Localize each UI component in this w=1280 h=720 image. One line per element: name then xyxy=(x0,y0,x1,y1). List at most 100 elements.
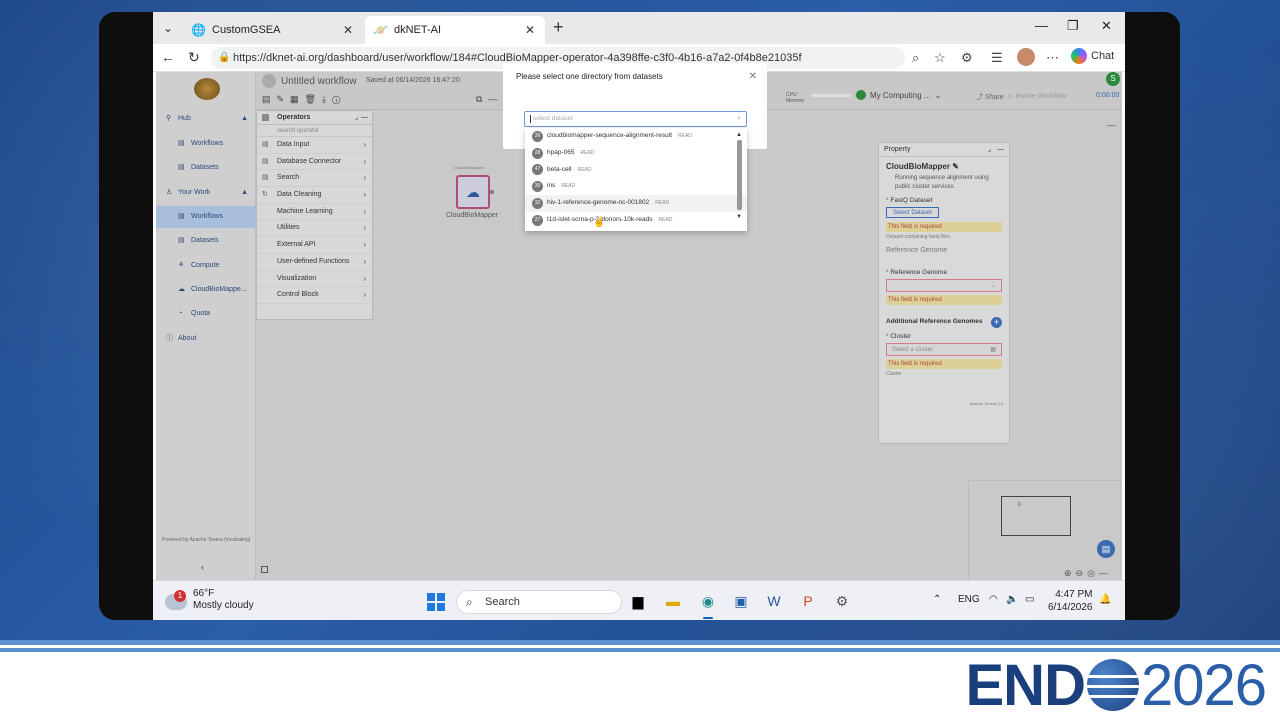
favorites-icon[interactable]: ☰ xyxy=(991,50,1003,66)
dataset-option[interactable]: 47 beta-cell READ xyxy=(525,162,747,179)
operator-name[interactable]: CloudBioMapper ✎ xyxy=(886,162,959,171)
collapse-panel-icon[interactable]: — xyxy=(1107,120,1116,130)
dropdown-scrollbar[interactable]: ▲ ▼ xyxy=(736,132,743,223)
chevron-down-icon: ⌄ xyxy=(990,283,996,289)
active-indicator xyxy=(703,617,713,619)
sidebar-label: Your Work xyxy=(178,189,211,196)
share-button[interactable]: ⤴ Share xyxy=(976,92,1004,102)
dataset-option[interactable]: 28 hpap-065 READ xyxy=(525,145,747,162)
sidebar-item-hub[interactable]: ⚲ Hub ▲ xyxy=(156,108,256,130)
close-icon[interactable]: ✕ xyxy=(749,71,757,82)
dock-icon[interactable]: ⌟ xyxy=(355,111,358,125)
add-genome-button[interactable]: + xyxy=(991,317,1002,328)
minimap[interactable]: 0 xyxy=(968,480,1122,580)
edit-icon[interactable]: ✎ xyxy=(952,162,959,171)
battery-icon[interactable]: ▭ xyxy=(1025,594,1034,605)
file-actions-icons[interactable]: ▤✎▦🗑⤓ⓘ xyxy=(262,94,346,105)
sidebar-item-your-work[interactable]: ♙ Your Work ▲ xyxy=(156,182,256,204)
word-icon[interactable]: W xyxy=(764,591,784,611)
sidebar-item-quota[interactable]: ◔ Quota xyxy=(156,303,256,325)
powered-by: Powered by Apache Texera (Incubating) xyxy=(162,537,251,543)
sidebar-item-workflows[interactable]: ▤ Workflows xyxy=(156,206,256,228)
dataset-option[interactable]: 32 hiv-1-reference-genome-nc-001802 READ xyxy=(525,195,747,212)
user-avatar[interactable]: S xyxy=(1106,72,1120,86)
cluster-select[interactable]: Select a cluster ▦ xyxy=(886,343,1002,356)
sidebar-label: Datasets xyxy=(191,237,219,244)
close-window-icon[interactable]: ✕ xyxy=(1101,18,1112,34)
volume-icon[interactable]: 🔈 xyxy=(1006,594,1018,605)
close-tab-icon[interactable]: ✕ xyxy=(343,23,353,37)
operator-category[interactable]: ▤ Search › xyxy=(257,170,372,188)
tab-customgsea[interactable]: 🌐 CustomGSEA ✕ xyxy=(183,16,363,44)
minimize-panel-icon[interactable]: — xyxy=(997,143,1004,157)
sidebar-item-hub-datasets[interactable]: ▤ Datasets xyxy=(156,157,256,179)
operator-category[interactable]: ▤ Database Connector › xyxy=(257,154,372,171)
dataset-option[interactable]: 30 ins READ xyxy=(525,178,747,195)
sidebar-item-cloudbiomapper[interactable]: ☁ CloudBioMappe... xyxy=(156,279,256,301)
store-icon[interactable]: ▣ xyxy=(731,591,751,611)
operator-category[interactable]: Control Block › xyxy=(257,287,372,304)
reference-genome-select[interactable]: ⌄ xyxy=(886,279,1002,292)
taskbar-search[interactable]: ⌕ Search xyxy=(456,590,622,614)
operator-category[interactable]: ↻ Data Cleaning › xyxy=(257,187,372,204)
zoom-icon[interactable]: ⌕ xyxy=(912,50,919,66)
tab-dropdown-icon[interactable]: ⌄ xyxy=(157,17,179,39)
computing-unit-select[interactable]: My Computing ... ⌄ xyxy=(856,90,941,100)
zoom-controls[interactable]: ⊕⊖◎— xyxy=(1064,568,1112,579)
back-icon[interactable]: ← xyxy=(161,49,175,65)
task-view-icon[interactable]: ▆ xyxy=(628,591,648,611)
operator-category[interactable]: Utilities › xyxy=(257,220,372,238)
profile-avatar[interactable] xyxy=(1017,48,1035,66)
edge-icon[interactable]: ◉ xyxy=(698,591,718,611)
sidebar-item-datasets[interactable]: ▤ Datasets xyxy=(156,230,256,252)
collapse-icon[interactable]: ‹ xyxy=(201,562,204,572)
restore-icon[interactable]: ❐ xyxy=(1067,18,1079,34)
operator-category[interactable]: ▤ Data Input › xyxy=(257,137,372,154)
chevron-up-icon[interactable]: ⌃ xyxy=(933,594,941,605)
extensions-icon[interactable]: ⚙ xyxy=(961,50,973,66)
clock[interactable]: 4:47 PM 6/14/2026 xyxy=(1048,588,1093,614)
weather-widget[interactable]: 1 66°F Mostly cloudy xyxy=(165,588,254,612)
settings-gear-icon[interactable]: ⚙ xyxy=(832,591,852,611)
sidebar-item-hub-workflows[interactable]: ▤ Workflows xyxy=(156,133,256,155)
tab-dknet-ai[interactable]: 🪐 dkNET-AI ✕ xyxy=(365,16,545,44)
dataset-icon: ▤ xyxy=(178,164,185,171)
notification-bell-icon[interactable]: 🔔 xyxy=(1099,594,1111,605)
scroll-down-icon[interactable]: ▼ xyxy=(736,214,742,220)
scroll-up-icon[interactable]: ▲ xyxy=(736,132,742,138)
workflow-title[interactable]: Untitled workflow xyxy=(262,74,357,88)
canvas-toggle-icon[interactable] xyxy=(261,566,268,573)
sidebar-item-compute[interactable]: ⚘ Compute xyxy=(156,255,256,277)
operator-category[interactable]: Visualization › xyxy=(257,271,372,288)
chat-button[interactable]: Chat xyxy=(1071,48,1114,64)
wifi-icon[interactable]: ◠ xyxy=(989,594,998,605)
minimap-viewport[interactable] xyxy=(1001,496,1071,536)
new-tab-button[interactable]: + xyxy=(553,17,564,38)
select-dataset-button[interactable]: Select Dataset xyxy=(886,207,939,218)
minimize-panel-icon[interactable]: — xyxy=(361,111,368,125)
favorite-star-icon[interactable]: ☆ xyxy=(934,50,946,66)
dataset-option[interactable]: 26 cloudbiomapper-sequence-alignment-resu… xyxy=(525,128,747,145)
more-icon[interactable]: ⋯ xyxy=(1046,50,1059,66)
dock-icon[interactable]: ⌟ xyxy=(988,143,991,157)
app-logo[interactable] xyxy=(194,78,220,100)
scroll-thumb[interactable] xyxy=(737,140,742,210)
operator-category[interactable]: External API › xyxy=(257,237,372,254)
chat-assistant-button[interactable]: ▤ xyxy=(1097,540,1115,558)
sidebar-item-about[interactable]: ⓘ About xyxy=(156,328,256,350)
operator-search-input[interactable]: search operator xyxy=(257,125,372,137)
language-indicator[interactable]: ENG xyxy=(958,594,980,605)
dataset-search-input[interactable]: select dataset ⌕ xyxy=(524,111,747,127)
refresh-icon[interactable]: ↻ xyxy=(188,49,200,66)
output-port[interactable] xyxy=(490,190,494,194)
invoke-workflow-button[interactable]: ▷ Invoke Workflow xyxy=(1008,92,1067,100)
dataset-option[interactable]: 27 t1d-islet-scrna-p-2-donors-10k-reads RE… xyxy=(525,212,747,229)
powerpoint-icon[interactable]: P xyxy=(798,591,818,611)
operator-category[interactable]: Machine Learning › xyxy=(257,204,372,221)
file-explorer-icon[interactable]: ▬ xyxy=(663,591,683,611)
cloudbiomapper-node[interactable]: ☁ xyxy=(456,175,490,209)
minimize-icon[interactable]: — xyxy=(1035,18,1048,33)
close-tab-icon[interactable]: ✕ xyxy=(525,23,535,37)
start-icon[interactable] xyxy=(427,593,445,611)
operator-category[interactable]: User-defined Functions › xyxy=(257,254,372,271)
